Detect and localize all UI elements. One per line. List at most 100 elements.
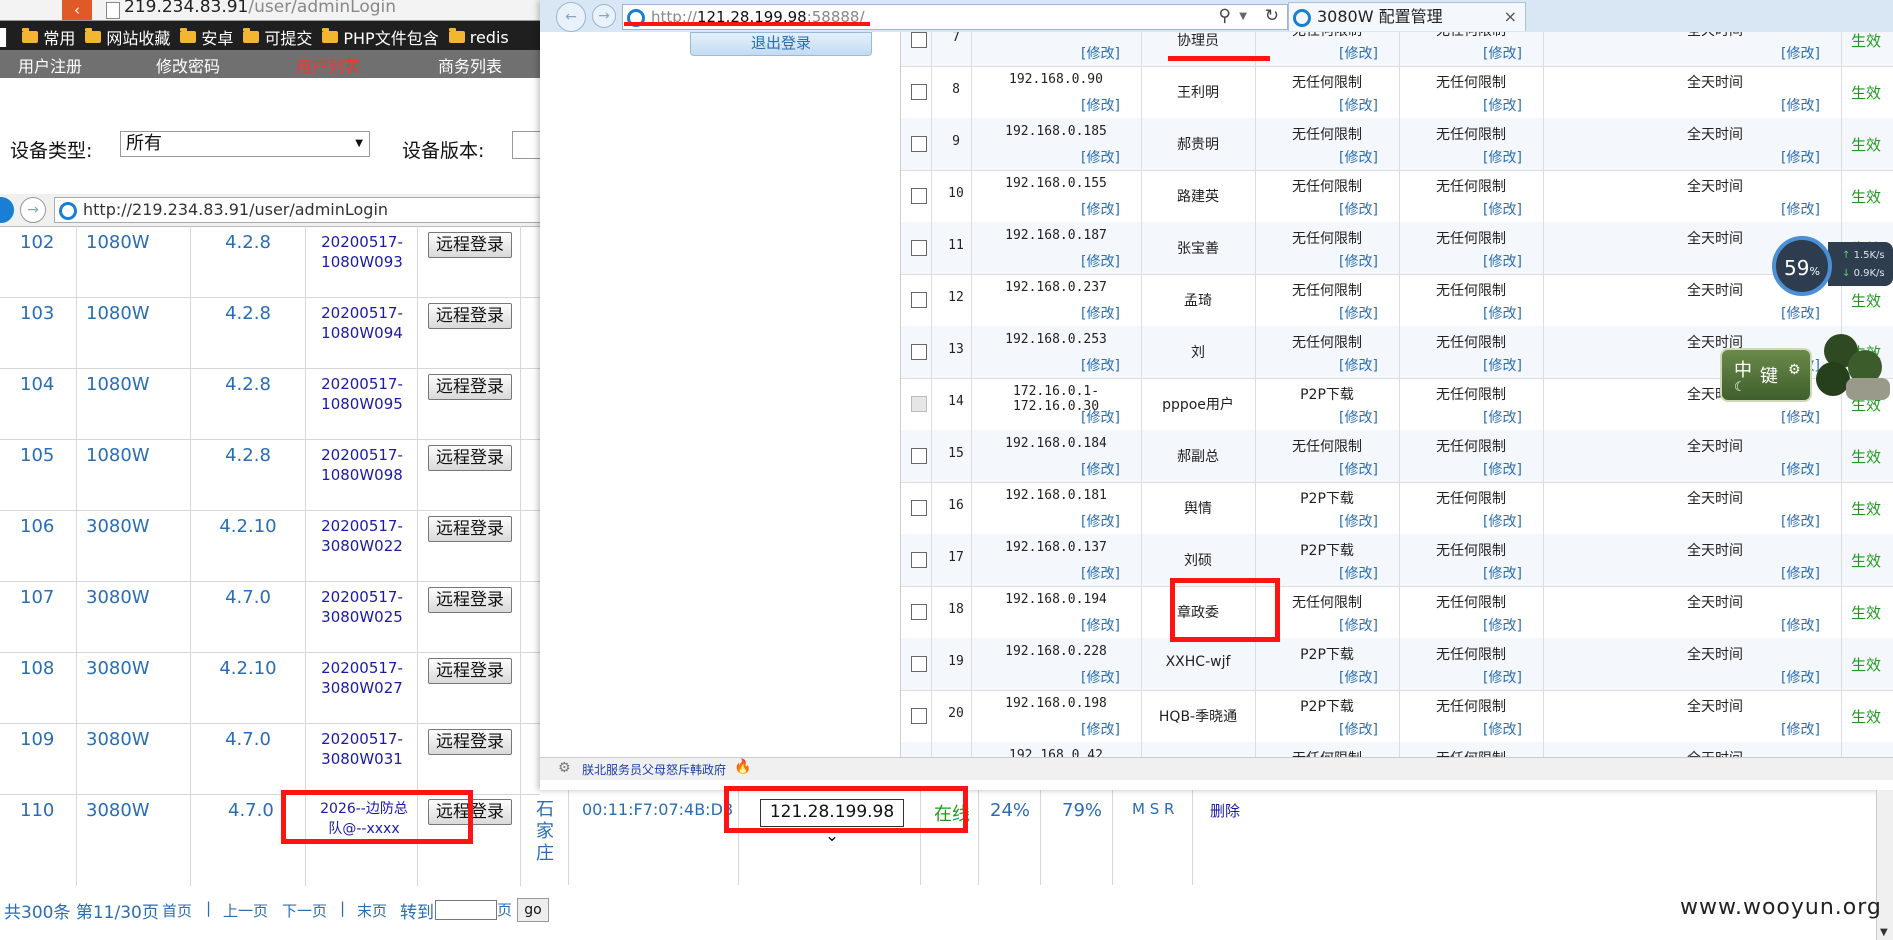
edit-time-link[interactable]: [修改] xyxy=(1781,199,1820,219)
remote-login-button[interactable]: 远程登录 xyxy=(428,516,512,542)
row-checkbox[interactable] xyxy=(911,292,927,308)
ime-toolbar[interactable]: 中 键 ⚙ ☾ xyxy=(1720,348,1812,402)
row-name[interactable]: 20200517- 3080W027 xyxy=(307,658,417,698)
row-checkbox[interactable] xyxy=(911,240,927,256)
pager-last[interactable]: 末页 xyxy=(357,900,387,921)
edit-time-link[interactable]: [修改] xyxy=(1781,407,1820,427)
edit-time-link[interactable]: [修改] xyxy=(1781,459,1820,479)
edit-ip-link[interactable]: [修改] xyxy=(1081,199,1120,219)
remote-login-button[interactable]: 远程登录 xyxy=(428,587,512,613)
edit-limit2-link[interactable]: [修改] xyxy=(1483,667,1522,687)
back-arrow-icon[interactable]: ‹ xyxy=(62,0,92,20)
refresh-icon[interactable]: ↻ xyxy=(1265,4,1279,28)
fg-address-bar[interactable]: http://121.28.199.98:58888/ ⚲ ▼ ↻ xyxy=(622,4,1288,30)
row-name[interactable]: 20200517- 1080W098 xyxy=(307,445,417,485)
edit-ip-link[interactable]: [修改] xyxy=(1081,355,1120,375)
edit-time-link[interactable]: [修改] xyxy=(1781,667,1820,687)
ime-key[interactable]: 键 xyxy=(1760,362,1778,388)
inner-address-bar[interactable]: http://219.234.83.91/user/adminLogin xyxy=(54,197,546,223)
edit-limit1-link[interactable]: [修改] xyxy=(1339,563,1378,583)
dropdown-arrow-icon[interactable]: ▼ xyxy=(1239,5,1247,29)
row-checkbox[interactable] xyxy=(911,500,927,516)
edit-limit2-link[interactable]: [修改] xyxy=(1483,407,1522,427)
nav-change-password[interactable]: 修改密码 xyxy=(156,53,220,77)
edit-ip-link[interactable]: [修改] xyxy=(1081,147,1120,167)
edit-limit1-link[interactable]: [修改] xyxy=(1339,303,1378,323)
pager-first[interactable]: 首页 xyxy=(162,900,192,921)
edit-time-link[interactable]: [修改] xyxy=(1781,511,1820,531)
row-name[interactable]: 20200517- 1080W095 xyxy=(307,374,417,414)
fav-item[interactable]: 安卓 xyxy=(180,25,233,49)
logout-button[interactable]: 退出登录 xyxy=(690,32,872,56)
forward-icon[interactable]: → xyxy=(20,197,46,223)
row-checkbox[interactable] xyxy=(911,84,927,100)
fav-item[interactable]: 网站收藏 xyxy=(85,25,170,49)
edit-ip-link[interactable]: [修改] xyxy=(1081,615,1120,635)
row-name[interactable]: 20200517- 3080W031 xyxy=(307,729,417,769)
tab-config[interactable]: 3080W 配置管理 × xyxy=(1288,2,1526,31)
bg-address-bar[interactable]: ‹ 219.234.83.91/user/adminLogin xyxy=(0,0,540,21)
edit-ip-link[interactable]: [修改] xyxy=(1081,303,1120,323)
cpu-badge[interactable]: 59% xyxy=(1772,236,1832,296)
close-icon[interactable]: × xyxy=(1504,3,1517,31)
edit-limit1-link[interactable]: [修改] xyxy=(1339,199,1378,219)
fav-item[interactable]: redis xyxy=(448,28,509,47)
back-icon[interactable]: ← xyxy=(556,2,586,32)
edit-ip-link[interactable]: [修改] xyxy=(1081,95,1120,115)
edit-limit2-link[interactable]: [修改] xyxy=(1483,615,1522,635)
fav-item[interactable]: PHP文件包含 xyxy=(322,25,439,49)
remote-login-button[interactable]: 远程登录 xyxy=(428,374,512,400)
edit-limit1-link[interactable]: [修改] xyxy=(1339,355,1378,375)
bg-url[interactable]: 219.234.83.91/user/adminLogin xyxy=(124,0,396,17)
row-checkbox[interactable] xyxy=(911,604,927,620)
gear-icon[interactable]: ⚙ xyxy=(1788,362,1801,378)
edit-ip-link[interactable]: [修改] xyxy=(1081,667,1120,687)
edit-time-link[interactable]: [修改] xyxy=(1781,615,1820,635)
edit-limit2-link[interactable]: [修改] xyxy=(1483,459,1522,479)
pager-next[interactable]: 下一页 xyxy=(282,900,327,921)
row-name[interactable]: 20200517- 3080W025 xyxy=(307,587,417,627)
ime-mode[interactable]: 中 xyxy=(1734,356,1752,382)
edit-limit2-link[interactable]: [修改] xyxy=(1483,43,1522,63)
remote-login-button[interactable]: 远程登录 xyxy=(428,232,512,258)
edit-limit2-link[interactable]: [修改] xyxy=(1483,719,1522,739)
edit-ip-link[interactable]: [修改] xyxy=(1081,251,1120,271)
edit-limit1-link[interactable]: [修改] xyxy=(1339,615,1378,635)
nav-user-list[interactable]: 用户列表 xyxy=(296,53,360,77)
go-button[interactable]: go xyxy=(517,898,549,922)
edit-time-link[interactable]: [修改] xyxy=(1781,95,1820,115)
row-name[interactable]: 20200517- 1080W093 xyxy=(307,232,417,272)
edit-ip-link[interactable]: [修改] xyxy=(1081,407,1120,427)
row-checkbox[interactable] xyxy=(911,552,927,568)
nav-business-list[interactable]: 商务列表 xyxy=(438,53,502,77)
back-icon[interactable] xyxy=(0,197,14,223)
remote-login-button[interactable]: 远程登录 xyxy=(428,303,512,329)
edit-limit1-link[interactable]: [修改] xyxy=(1339,43,1378,63)
edit-limit1-link[interactable]: [修改] xyxy=(1339,667,1378,687)
remote-login-button[interactable]: 远程登录 xyxy=(428,445,512,471)
forward-icon[interactable]: → xyxy=(592,4,616,28)
search-icon[interactable]: ⚲ xyxy=(1219,4,1231,28)
row-checkbox[interactable] xyxy=(911,448,927,464)
edit-ip-link[interactable]: [修改] xyxy=(1081,43,1120,63)
row-checkbox[interactable] xyxy=(911,344,927,360)
remote-login-button[interactable]: 远程登录 xyxy=(428,658,512,684)
delete-link[interactable]: 删除 xyxy=(1210,800,1240,821)
edit-ip-link[interactable]: [修改] xyxy=(1081,719,1120,739)
row-checkbox[interactable] xyxy=(911,136,927,152)
edit-time-link[interactable]: [修改] xyxy=(1781,147,1820,167)
device-type-select[interactable]: 所有 ▼ xyxy=(120,131,370,157)
edit-ip-link[interactable]: [修改] xyxy=(1081,459,1120,479)
row-checkbox[interactable] xyxy=(911,188,927,204)
edit-ip-link[interactable]: [修改] xyxy=(1081,563,1120,583)
edit-limit2-link[interactable]: [修改] xyxy=(1483,355,1522,375)
row-checkbox[interactable] xyxy=(911,396,927,412)
edit-limit1-link[interactable]: [修改] xyxy=(1339,511,1378,531)
edit-time-link[interactable]: [修改] xyxy=(1781,43,1820,63)
row-checkbox[interactable] xyxy=(911,32,927,48)
row-name[interactable]: 20200517- 1080W094 xyxy=(307,303,417,343)
edit-limit1-link[interactable]: [修改] xyxy=(1339,459,1378,479)
edit-limit1-link[interactable]: [修改] xyxy=(1339,407,1378,427)
fav-item[interactable]: 常用 xyxy=(22,25,75,49)
edit-limit2-link[interactable]: [修改] xyxy=(1483,199,1522,219)
